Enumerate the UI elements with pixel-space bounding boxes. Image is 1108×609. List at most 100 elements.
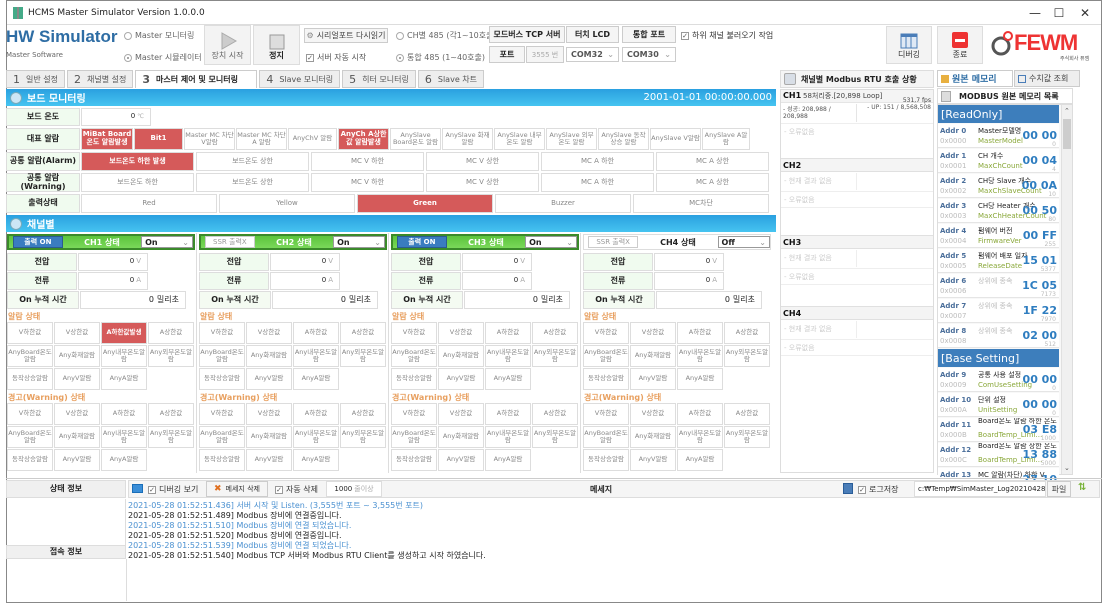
port-number-input[interactable]: 3555 번 bbox=[526, 46, 564, 63]
warning-item: 보드온도 상한 bbox=[196, 173, 309, 192]
sub-channel-checkbox[interactable]: ✓ 하위 채널 불러오기 작업 bbox=[681, 30, 773, 41]
memory-hex-addr: 0x000A bbox=[940, 406, 967, 414]
radio-master-sim[interactable]: Master 시뮬레이터 bbox=[124, 52, 202, 63]
exit-label: 종료 bbox=[952, 50, 968, 59]
channel-state-select[interactable]: On ⌄ bbox=[333, 236, 385, 248]
warning-state-cell: V상한값 bbox=[246, 403, 292, 425]
channel-state-select[interactable]: Off ⌄ bbox=[717, 236, 770, 248]
limit-value: 1000 bbox=[334, 485, 353, 493]
tab-label: 마스터 제어 및 모니터링 bbox=[155, 75, 238, 84]
alarm-state-cell: 동작상승알람 bbox=[7, 368, 53, 390]
channel-state-select[interactable]: On ⌄ bbox=[525, 236, 577, 248]
scroll-thumb[interactable] bbox=[1063, 119, 1071, 149]
tab-general[interactable]: 1 일반 설정 bbox=[6, 70, 65, 88]
stop-icon bbox=[269, 34, 284, 50]
int-com-select[interactable]: COM30 ⌄ bbox=[622, 47, 676, 62]
warning-state-cell: Any내부온도알람 bbox=[101, 426, 147, 448]
device-start-button[interactable]: 장치 시작 bbox=[204, 25, 251, 65]
output-toggle-button[interactable]: 출력 ON bbox=[397, 236, 447, 248]
current-label: 전류 bbox=[199, 272, 269, 290]
warning-state-title: 경고(Warning) 상태 bbox=[584, 393, 662, 402]
close-button[interactable]: ✕ bbox=[1065, 1, 1105, 25]
serial-reload-button[interactable]: ⚙ 시리얼포트 다시읽기 bbox=[304, 28, 388, 43]
radio-master-monitor[interactable]: Master 모니터링 bbox=[124, 30, 194, 41]
output-toggle-button[interactable]: 출력 ON bbox=[13, 236, 63, 248]
memory-row[interactable]: Addr 8 0x0008 상위에 종속 02 00 512 bbox=[938, 324, 1059, 348]
ontime-number: 0 bbox=[724, 294, 730, 304]
memory-hex-addr: 0x000B bbox=[940, 431, 967, 439]
alarm-state-cell: Any내부온도알람 bbox=[677, 345, 723, 367]
file-button[interactable]: 파일 bbox=[1047, 481, 1071, 497]
int-port-button[interactable]: 통합 포트 bbox=[622, 26, 676, 43]
tab-label: 일반 설정 bbox=[26, 74, 58, 84]
alarm-state-cell: AnyA알람 bbox=[101, 368, 147, 390]
alarm-item: MC V 상한 bbox=[426, 152, 539, 171]
tab-heater-monitor[interactable]: 5 히터 모니터링 bbox=[342, 70, 416, 88]
exit-button[interactable]: 종료 bbox=[937, 26, 983, 64]
memory-row[interactable]: Addr 5 0x0005 펌웨어 배포 일자 ReleaseDate 15 01 537… bbox=[938, 249, 1059, 273]
memory-row[interactable]: Addr 6 0x0006 상위에 종속 1C 05 7173 bbox=[938, 274, 1059, 298]
auto-start-checkbox[interactable]: ✓ 서버 자동 시작 bbox=[306, 52, 366, 63]
rep-alarm-item: AnySlave V알람 bbox=[650, 128, 701, 150]
touch-lcd-button[interactable]: 터치 LCD bbox=[566, 26, 619, 43]
ontime-label: On 누적 시간 bbox=[583, 291, 655, 309]
tab-raw-memory[interactable]: 원본 메모리 bbox=[937, 70, 1013, 87]
channel-state-label: CH1 상태 bbox=[84, 237, 120, 247]
rep-alarm-item: MiBat Board 온도 알람발생 bbox=[81, 128, 133, 150]
scroll-up-icon[interactable]: ⌃ bbox=[1064, 107, 1070, 115]
tab-master-control[interactable]: 3 마스터 제어 및 모니터링 bbox=[135, 70, 258, 88]
tab-value-lookup[interactable]: 수치값 조회 bbox=[1014, 70, 1080, 87]
clear-message-button[interactable]: ✖ 메세지 삭제 bbox=[206, 481, 268, 497]
memory-row[interactable]: Addr 12 0x000C Board온도 알람 상한 온도 BoardTemp_L… bbox=[938, 443, 1059, 467]
alarm-state-cell: AnyBoard온도알람 bbox=[7, 345, 53, 367]
voltage-value: 0V bbox=[78, 253, 148, 271]
sort-arrows-icon[interactable]: ⇅ bbox=[1078, 482, 1086, 493]
auto-delete-checkbox[interactable]: ✓ 자동 삭제 bbox=[275, 484, 318, 495]
memory-decimal: 512 bbox=[1044, 341, 1056, 348]
channel-state-select[interactable]: On ⌄ bbox=[141, 236, 193, 248]
memory-scrollbar[interactable]: ⌃ ⌄ bbox=[1061, 105, 1072, 474]
output-toggle-button[interactable]: SSR 출력X bbox=[588, 236, 639, 248]
radio-icon bbox=[396, 31, 404, 40]
ontime-label: On 누적 시간 bbox=[199, 291, 271, 309]
debug-view-checkbox[interactable]: ✓ 디버깅 보기 bbox=[148, 484, 198, 495]
radio-int485[interactable]: 통합 485 (1~40호출) bbox=[396, 52, 485, 63]
warning-state-cell: V상한값 bbox=[54, 403, 100, 425]
log-save-checkbox[interactable]: ✓ 로그저장 bbox=[858, 484, 898, 495]
limit-input[interactable]: 1000 줄이상 bbox=[326, 481, 382, 497]
memory-row[interactable]: Addr 1 0x0001 CH 개수 MaxChCount 00 04 4 bbox=[938, 149, 1059, 173]
stop-button[interactable]: 정지 bbox=[253, 25, 300, 65]
warning-state-cell: V하한값 bbox=[391, 403, 437, 425]
warning-state-cell: Any화재알람 bbox=[246, 426, 292, 448]
log-path-input[interactable]: c:₩Temp₩SimMaster_Log20210428.txt bbox=[914, 481, 1046, 497]
scroll-down-icon[interactable]: ⌄ bbox=[1064, 464, 1070, 472]
memory-row[interactable]: Addr 0 0x0000 Master모델명 MasterModel 00 00 0 bbox=[938, 124, 1059, 148]
memory-row[interactable]: Addr 11 0x000B Board온도 알람 하한 온도 BoardTemp_L… bbox=[938, 418, 1059, 442]
modbus-tcp-button[interactable]: 모드버스 TCP 서버 bbox=[489, 26, 565, 43]
memory-row[interactable]: Addr 10 0x000A 단위 설정 UnitSetting 00 00 0 bbox=[938, 393, 1059, 417]
modbus-status-header: 채널별 Modbus RTU 호출 상황 bbox=[780, 70, 934, 88]
radio-ch485[interactable]: CH별 485 (각1~10호출) bbox=[396, 30, 497, 41]
debug-button[interactable]: 디버깅 bbox=[886, 26, 932, 64]
warning-state-cell: Any내부온도알람 bbox=[677, 426, 723, 448]
voltage-unit: V bbox=[520, 257, 525, 266]
output-item: MC차단 bbox=[633, 194, 769, 213]
tab-channel-settings[interactable]: 2 채널별 설정 bbox=[66, 70, 134, 88]
window-title: HCMS Master Simulator Version 1.0.0.0 bbox=[28, 7, 205, 18]
alarm-state-cell: Any외부온도알람 bbox=[148, 345, 194, 367]
tab-slave-monitor[interactable]: 4 Slave 모니터링 bbox=[259, 70, 341, 88]
title-bar: HCMS Master Simulator Version 1.0.0.0 — … bbox=[7, 1, 1101, 25]
memory-row[interactable]: Addr 4 0x0004 펌웨어 버전 FirmwareVer 00 FF 255 bbox=[938, 224, 1059, 248]
warning-state-cell: A하한값 bbox=[677, 403, 723, 425]
memory-row[interactable]: Addr 7 0x0007 상위에 종속 1F 22 7970 bbox=[938, 299, 1059, 323]
tab-slave-chart[interactable]: 6 Slave 차트 bbox=[417, 70, 484, 88]
memory-row[interactable]: Addr 3 0x0003 CH당 Heater 개수 MaxChHeaterCoun… bbox=[938, 199, 1059, 223]
warning-state-cell: Any외부온도알람 bbox=[340, 426, 386, 448]
lcd-com-select[interactable]: COM32 ⌄ bbox=[566, 47, 619, 62]
memory-row[interactable]: Addr 2 0x0002 CH당 Slave 개수 MaxChSlaveCount 0… bbox=[938, 174, 1059, 198]
output-toggle-button[interactable]: SSR 출력X bbox=[205, 236, 255, 248]
memory-row[interactable]: Addr 9 0x0009 공통 사용 설정 ComUseSetting 00 00 0 bbox=[938, 368, 1059, 392]
warning-state-cell: Any화재알람 bbox=[630, 426, 676, 448]
debug-label: 디버깅 bbox=[897, 50, 921, 59]
memory-addr: Addr 2 bbox=[940, 177, 967, 185]
